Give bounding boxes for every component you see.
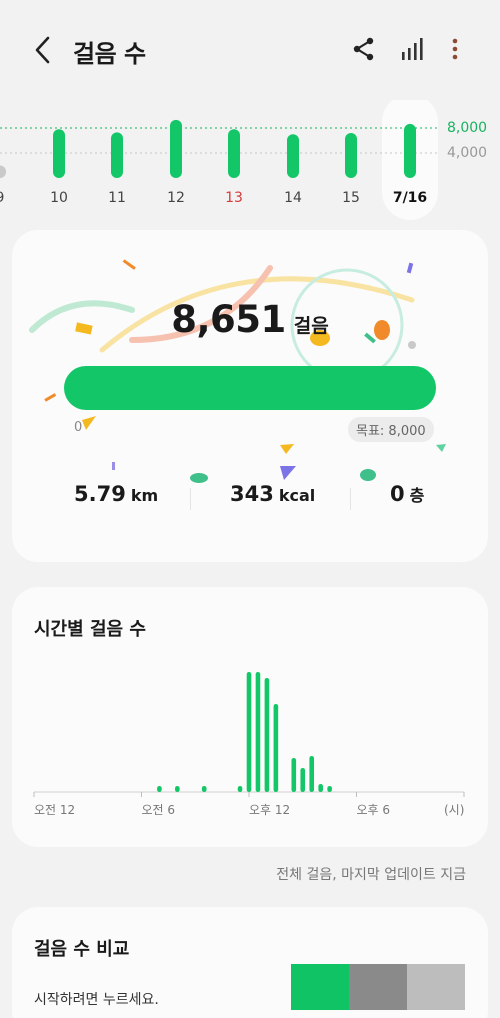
page-title: 걸음 수 [73,40,146,68]
floors-value: 0 [390,482,405,506]
app-header: 걸음 수 [0,0,500,100]
daily-summary-card[interactable]: 8,651 걸음 0 목표: 8,000 5.79 km 343 kcal 0층 [12,230,488,562]
more-vert-icon[interactable] [442,36,468,62]
compare-bar [349,964,407,1010]
day-label[interactable]: 9 [0,190,20,206]
goal-badge: 목표: 8,000 [348,417,434,442]
x-tick-label: 오전 12 [34,803,76,817]
distance-value: 5.79 [74,482,126,506]
weekly-step-chart[interactable]: 8,000 4,000 9 10 11 12 13 14 15 7/16 [0,100,500,220]
day-label[interactable]: 15 [331,190,371,206]
goal-line-label: 8,000 [447,120,488,136]
back-arrow-icon[interactable] [30,34,58,66]
steps-unit: 걸음 [293,315,329,337]
day-label[interactable]: 10 [39,190,79,206]
mid-line-label: 4,000 [447,145,488,161]
goal-progress-bar [64,366,436,410]
hourly-bar[interactable] [300,768,306,792]
distance-unit: km [130,486,159,505]
day-label[interactable]: 12 [156,190,196,206]
step-compare-card[interactable]: 걸음 수 비교 시작하려면 누르세요. [12,907,488,1018]
day-bar[interactable] [404,123,416,178]
calories-stat: 343 kcal [230,482,315,506]
hourly-bar[interactable] [318,784,323,792]
hourly-chart [33,672,465,797]
day-label[interactable]: 14 [273,190,313,206]
calories-value: 343 [230,482,274,506]
x-tick-label: 오후 6 [356,803,391,817]
day-bar[interactable] [0,165,6,179]
day-bar[interactable] [345,133,357,178]
hourly-bar[interactable] [291,758,297,792]
compare-bar [291,964,349,1010]
share-icon[interactable] [351,36,377,62]
compare-hint: 시작하려면 누르세요. [34,992,159,1008]
signal-bars-icon[interactable] [399,36,425,62]
divider [350,488,351,510]
hourly-bar[interactable] [157,786,162,792]
steps-count: 8,651 [171,298,286,341]
hourly-steps-card[interactable]: 시간별 걸음 수 오전 12 오전 6 오후 12 오후 6 (시) [12,587,488,847]
hourly-bar[interactable] [175,786,180,792]
hourly-bar[interactable] [264,678,270,792]
day-label[interactable]: 13 [214,190,254,206]
day-bar[interactable] [53,129,65,178]
hourly-bar[interactable] [246,672,252,792]
floors-unit: 층 [409,486,425,505]
compare-title: 걸음 수 비교 [34,939,130,960]
hourly-bar[interactable] [309,756,315,792]
compare-bar [407,964,465,1010]
hourly-bar[interactable] [255,672,261,792]
today-steps: 8,651 걸음 [12,298,488,341]
divider [190,488,191,510]
distance-stat: 5.79 km [74,482,158,506]
x-tick-label: (시) [444,803,465,817]
day-label[interactable]: 7/16 [390,190,430,206]
hourly-bar[interactable] [237,786,243,792]
hourly-bar[interactable] [273,704,279,792]
last-updated-text: 전체 걸음, 마지막 업데이트 지금 [276,867,466,883]
day-bar[interactable] [170,119,182,178]
floors-stat: 0층 [390,482,424,506]
hourly-bar[interactable] [327,786,332,792]
calories-unit: kcal [278,486,316,505]
progress-zero-label: 0 [74,420,83,435]
hourly-bar[interactable] [201,786,207,792]
day-bar[interactable] [111,132,123,178]
x-tick-label: 오후 12 [249,803,291,817]
day-bar[interactable] [287,134,299,178]
day-label[interactable]: 11 [97,190,137,206]
x-tick-label: 오전 6 [141,803,176,817]
day-bar[interactable] [228,129,240,178]
